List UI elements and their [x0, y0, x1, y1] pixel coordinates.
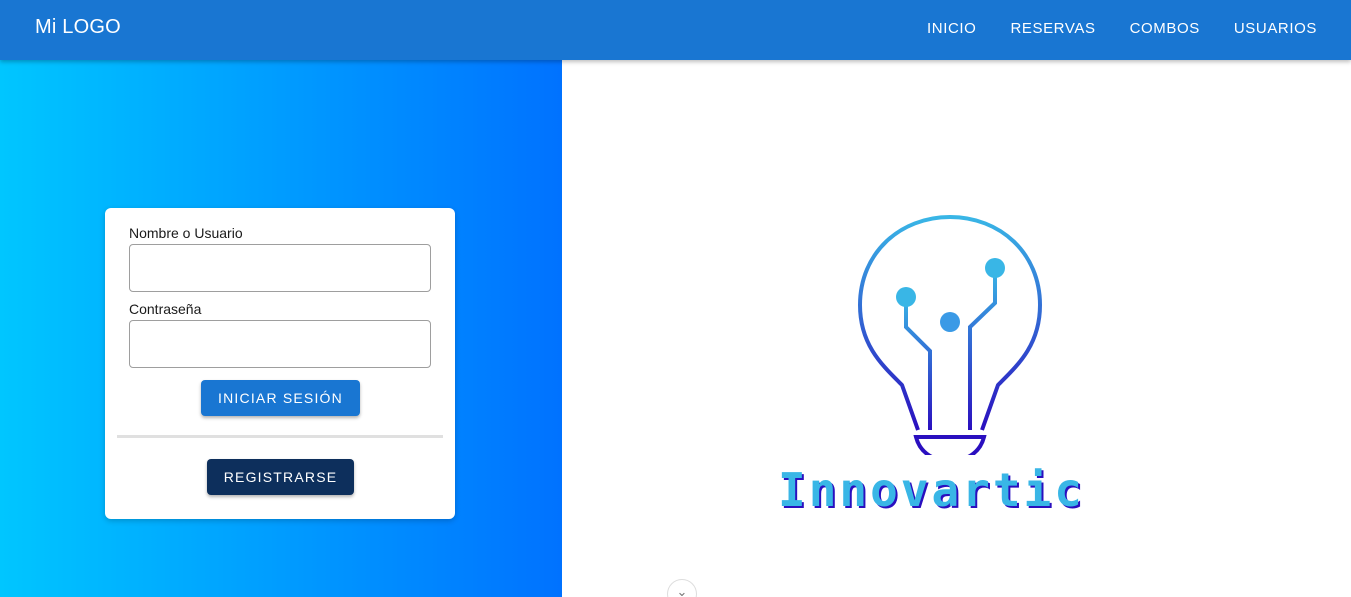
nav-link-combos[interactable]: COMBOS — [1130, 20, 1200, 37]
brand-name: Innovartic — [778, 463, 1085, 517]
username-label: Nombre o Usuario — [129, 225, 243, 241]
password-input[interactable] — [129, 320, 431, 368]
password-label: Contraseña — [129, 301, 202, 317]
register-button[interactable]: REGISTRARSE — [207, 459, 354, 495]
divider — [117, 435, 443, 438]
top-navbar: Mi LOGO INICIO RESERVAS COMBOS USUARIOS — [0, 0, 1351, 60]
nav-link-reservas[interactable]: RESERVAS — [1010, 20, 1095, 37]
scroll-down-icon[interactable]: ⌄ — [667, 579, 697, 597]
site-logo[interactable]: Mi LOGO — [35, 16, 121, 39]
login-button[interactable]: INICIAR SESIÓN — [201, 380, 360, 416]
nav-link-inicio[interactable]: INICIO — [927, 20, 976, 37]
login-card: Nombre o Usuario Contraseña INICIAR SESI… — [105, 208, 455, 519]
lightbulb-icon — [858, 215, 1042, 464]
username-input[interactable] — [129, 244, 431, 292]
brand-logo: Innovartic — [770, 205, 1140, 525]
nav-links: INICIO RESERVAS COMBOS USUARIOS — [893, 20, 1317, 37]
nav-link-usuarios[interactable]: USUARIOS — [1234, 20, 1317, 37]
